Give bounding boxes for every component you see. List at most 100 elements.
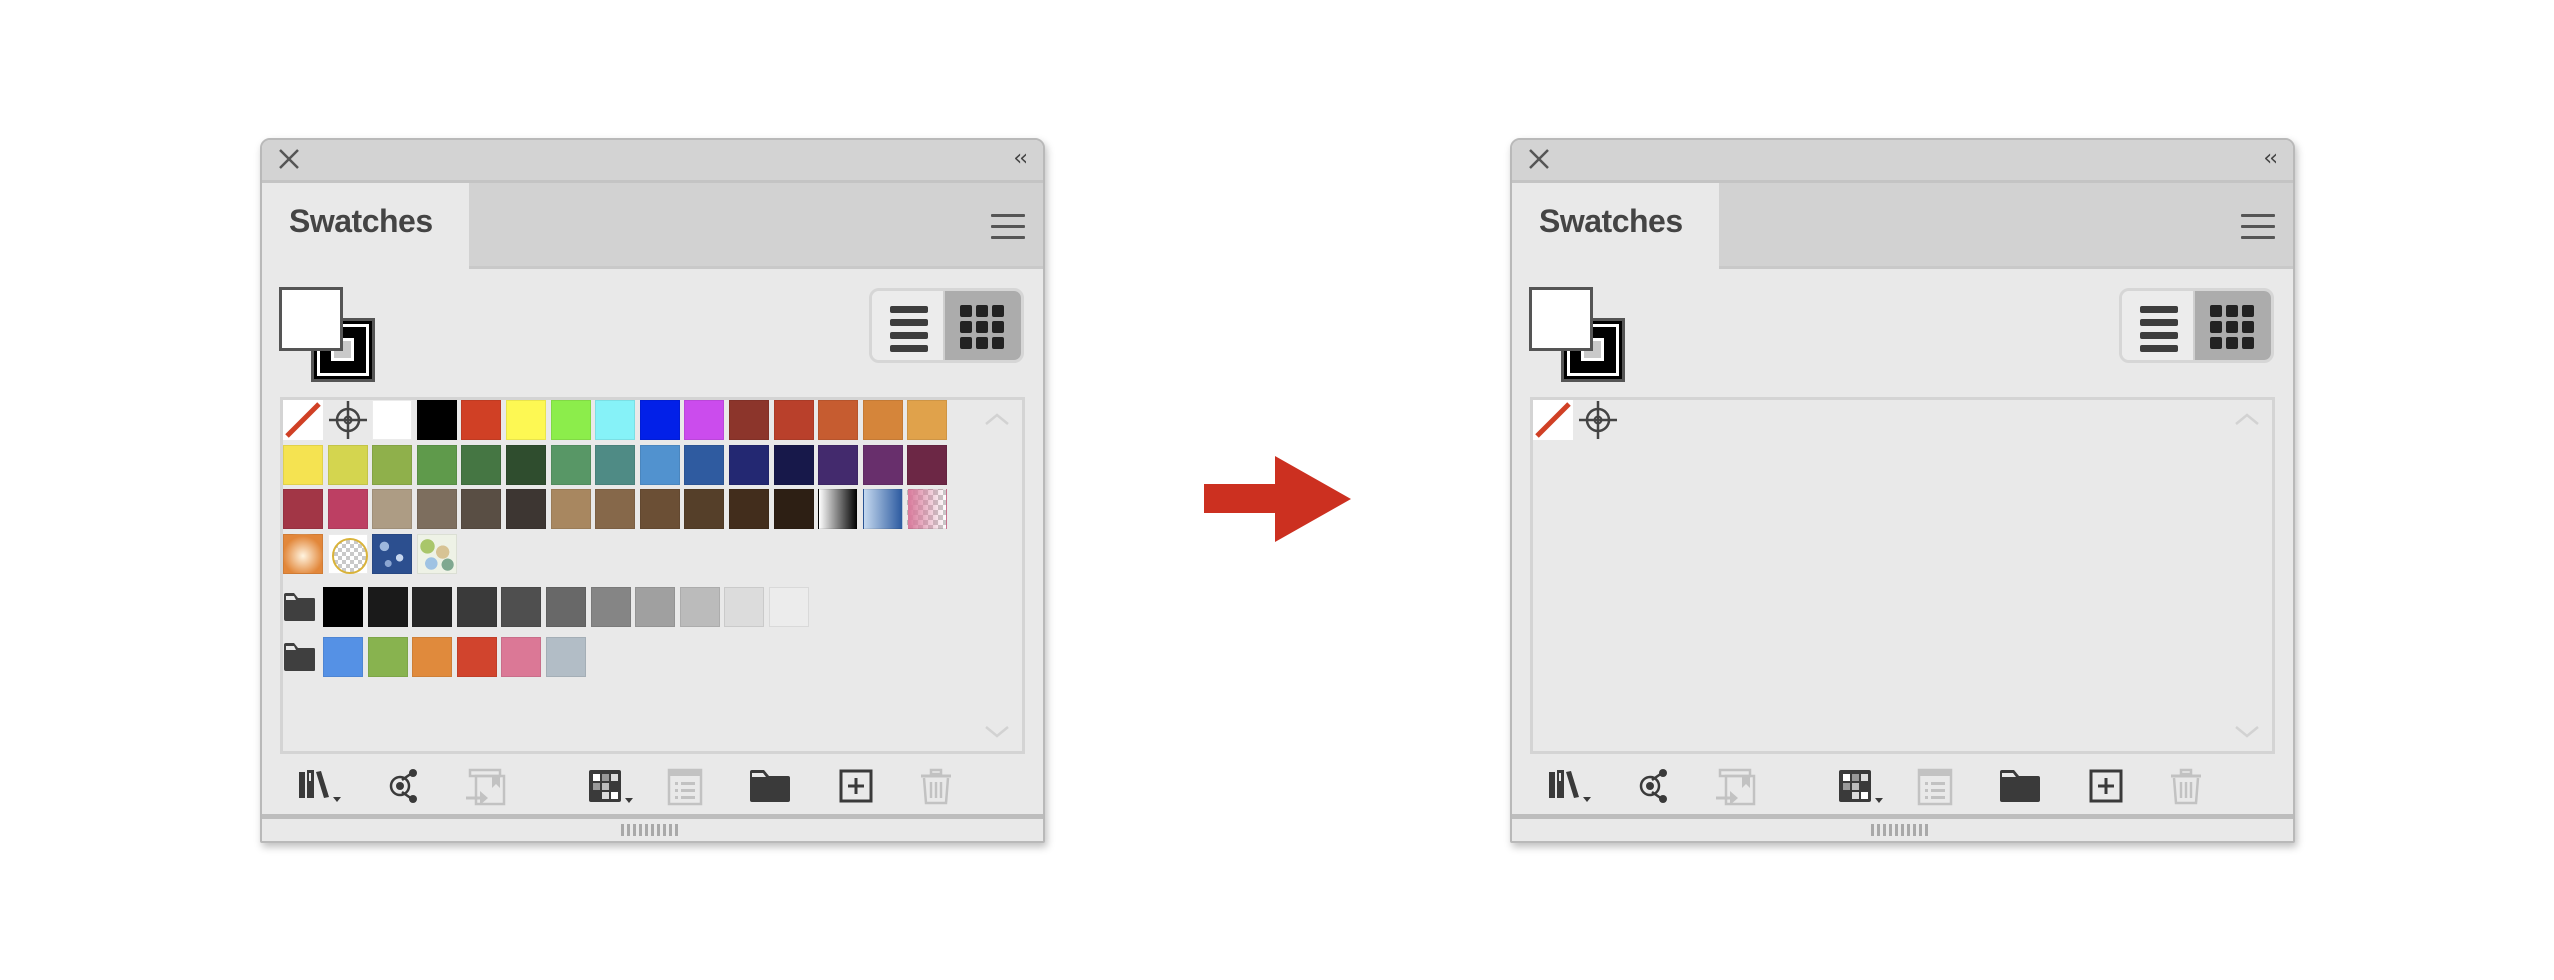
resize-grip[interactable] — [620, 823, 682, 836]
resize-grip[interactable] — [1870, 823, 1932, 836]
swatch-color[interactable] — [684, 400, 725, 440]
group-swatch-color[interactable] — [412, 637, 453, 678]
swatch-color[interactable] — [729, 444, 769, 485]
swatch-color[interactable] — [907, 400, 948, 440]
swatch-gradient[interactable] — [862, 489, 903, 530]
panel-title-bar[interactable]: ‹‹ — [1512, 140, 2293, 183]
list-view-button[interactable] — [872, 291, 948, 360]
swatch-list[interactable] — [1530, 397, 2275, 754]
group-swatch-color[interactable] — [679, 587, 720, 628]
swatch-color[interactable] — [327, 489, 368, 530]
grid-view-button[interactable] — [2193, 291, 2271, 360]
swatch-gradient[interactable] — [818, 489, 859, 530]
new-color-group-button[interactable] — [748, 768, 792, 804]
tab-swatches[interactable]: Swatches — [1512, 183, 1719, 269]
scroll-up-arrow[interactable] — [2234, 412, 2260, 426]
swatch-color[interactable] — [372, 444, 413, 485]
swatch-color[interactable] — [818, 444, 859, 485]
place-swatches-button[interactable] — [464, 768, 508, 806]
color-group-folder-icon[interactable] — [283, 642, 316, 672]
group-swatch-color[interactable] — [501, 637, 542, 678]
swatch-options-button[interactable] — [1917, 768, 1953, 806]
new-color-group-button[interactable] — [1998, 768, 2042, 804]
swatch-color[interactable] — [327, 444, 368, 485]
swatch-color[interactable] — [416, 489, 457, 530]
swatch-color[interactable] — [416, 444, 457, 485]
swatch-color[interactable] — [729, 400, 769, 440]
swatch-color[interactable] — [729, 489, 769, 530]
group-swatch-color[interactable] — [769, 587, 809, 628]
collapse-panel-button[interactable]: ‹‹ — [1013, 146, 1028, 171]
collapse-panel-button[interactable]: ‹‹ — [2263, 146, 2278, 171]
place-swatches-button[interactable] — [1714, 768, 1758, 806]
swatch-color[interactable] — [684, 489, 725, 530]
group-swatch-color[interactable] — [367, 587, 408, 628]
swatch-color[interactable] — [461, 444, 502, 485]
scroll-up-arrow[interactable] — [984, 412, 1010, 426]
group-swatch-color[interactable] — [635, 587, 676, 628]
group-swatch-color[interactable] — [456, 637, 497, 678]
swatch-list[interactable] — [280, 397, 1025, 754]
new-swatch-button[interactable] — [2088, 768, 2124, 804]
fill-swatch[interactable] — [279, 287, 343, 351]
swatch-color[interactable] — [595, 444, 636, 485]
swatch-color[interactable] — [907, 444, 948, 485]
group-swatch-color[interactable] — [546, 587, 586, 628]
group-swatch-color[interactable] — [546, 637, 586, 678]
swatch-color[interactable] — [283, 444, 323, 485]
swatch-color[interactable] — [595, 489, 636, 530]
group-swatch-color[interactable] — [323, 637, 363, 678]
fill-swatch[interactable] — [1529, 287, 1593, 351]
swatch-color[interactable] — [506, 444, 546, 485]
swatch-pattern[interactable] — [907, 489, 948, 530]
swatch-color[interactable] — [639, 444, 680, 485]
swatch-color[interactable] — [416, 400, 457, 440]
scroll-down-arrow[interactable] — [984, 725, 1010, 739]
swatch-none[interactable] — [1533, 400, 1573, 440]
swatch-registration[interactable] — [328, 400, 368, 440]
scroll-down-arrow[interactable] — [2234, 725, 2260, 739]
swatch-color[interactable] — [550, 400, 591, 440]
swatch-pattern[interactable] — [416, 533, 457, 574]
group-swatch-color[interactable] — [724, 587, 765, 628]
swatch-none[interactable] — [283, 400, 323, 440]
swatch-options-button[interactable] — [667, 768, 703, 806]
swatch-registration[interactable] — [1578, 400, 1618, 440]
swatch-color[interactable] — [862, 400, 903, 440]
group-swatch-color[interactable] — [367, 637, 408, 678]
swatch-color[interactable] — [461, 400, 502, 440]
swatch-color[interactable] — [550, 489, 591, 530]
swatch-libraries-menu-button[interactable] — [1547, 768, 1597, 804]
group-swatch-color[interactable] — [456, 587, 497, 628]
group-swatch-color[interactable] — [323, 587, 363, 628]
add-used-colors-button[interactable] — [386, 768, 422, 804]
panel-title-bar[interactable]: ‹‹ — [262, 140, 1043, 183]
delete-swatch-button[interactable] — [918, 768, 954, 805]
swatch-color[interactable] — [773, 444, 814, 485]
tab-swatches[interactable]: Swatches — [262, 183, 469, 269]
swatch-color[interactable] — [773, 400, 814, 440]
show-swatch-kinds-button[interactable] — [587, 768, 637, 804]
swatch-color[interactable] — [595, 400, 636, 440]
close-icon[interactable] — [1526, 146, 1552, 172]
swatch-color[interactable] — [639, 400, 680, 440]
group-swatch-color[interactable] — [590, 587, 631, 628]
delete-swatch-button[interactable] — [2168, 768, 2204, 805]
hamburger-menu-icon[interactable] — [991, 214, 1025, 240]
close-icon[interactable] — [276, 146, 302, 172]
swatch-color[interactable] — [862, 444, 903, 485]
swatch-color[interactable] — [506, 400, 546, 440]
group-swatch-color[interactable] — [412, 587, 453, 628]
grid-view-button[interactable] — [943, 291, 1021, 360]
swatch-color[interactable] — [372, 400, 413, 440]
swatch-color[interactable] — [506, 489, 546, 530]
show-swatch-kinds-button[interactable] — [1837, 768, 1887, 804]
swatch-color[interactable] — [550, 444, 591, 485]
color-group-folder-icon[interactable] — [283, 592, 316, 622]
swatch-color[interactable] — [461, 489, 502, 530]
group-swatch-color[interactable] — [501, 587, 542, 628]
swatch-gradient[interactable] — [283, 533, 323, 574]
swatch-color[interactable] — [639, 489, 680, 530]
swatch-color[interactable] — [818, 400, 859, 440]
swatch-libraries-menu-button[interactable] — [297, 768, 347, 804]
